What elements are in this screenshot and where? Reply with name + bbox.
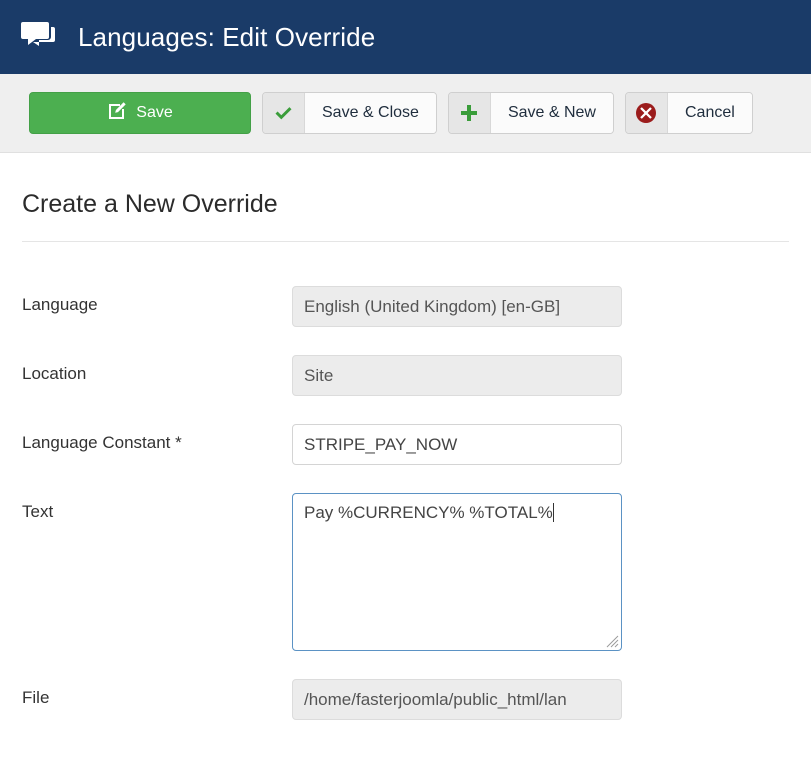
- language-constant-label: Language Constant *: [22, 433, 182, 452]
- language-input: [292, 286, 622, 327]
- check-icon: [263, 93, 305, 133]
- save-button-label: Save: [136, 104, 173, 121]
- pencil-square-icon: [107, 101, 127, 126]
- form-row-location: Location: [22, 355, 789, 396]
- language-constant-input[interactable]: [292, 424, 622, 465]
- form-row-file: File: [22, 679, 789, 720]
- save-new-button[interactable]: Save & New: [447, 92, 614, 134]
- location-label: Location: [22, 364, 87, 383]
- page-content: Create a New Override Language Location …: [0, 190, 811, 720]
- save-close-button[interactable]: Save & Close: [262, 92, 437, 134]
- form-row-language-constant: Language Constant *: [22, 424, 789, 465]
- plus-icon: [448, 93, 491, 133]
- page-header: Languages: Edit Override: [0, 0, 811, 74]
- text-textarea[interactable]: Pay %CURRENCY% %TOTAL%: [292, 493, 622, 651]
- save-button[interactable]: Save: [29, 92, 251, 134]
- page-title-header: Languages: Edit Override: [78, 21, 376, 52]
- file-input: [292, 679, 622, 720]
- times-circle-icon: [625, 93, 668, 133]
- title-divider: [22, 241, 789, 242]
- cancel-button-label: Cancel: [667, 93, 752, 133]
- resize-grip-icon: [606, 635, 619, 648]
- form-row-language: Language: [22, 286, 789, 327]
- page-title: Create a New Override: [22, 190, 278, 218]
- save-new-button-label: Save & New: [490, 93, 613, 133]
- language-label: Language: [22, 295, 98, 314]
- text-caret: [552, 503, 554, 522]
- cancel-button[interactable]: Cancel: [624, 92, 753, 134]
- comments-icon: [20, 20, 60, 54]
- location-input: [292, 355, 622, 396]
- form-row-text: Text Pay %CURRENCY% %TOTAL%: [22, 493, 789, 651]
- override-form: Language Location Language Constant * Te…: [22, 286, 789, 720]
- text-textarea-value: Pay %CURRENCY% %TOTAL%: [304, 503, 553, 522]
- toolbar: Save Save & Close Save & New Cancel: [0, 74, 811, 153]
- save-close-button-label: Save & Close: [305, 93, 436, 133]
- text-label: Text: [22, 502, 54, 521]
- file-label: File: [22, 688, 50, 707]
